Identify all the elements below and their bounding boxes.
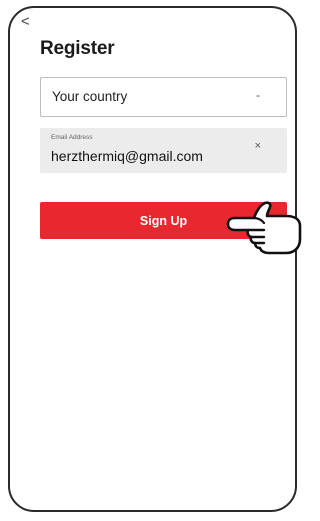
page-title: Register [40,38,115,59]
dropdown-caret-icon: - [256,88,260,102]
country-select-label: Your country [52,89,128,104]
country-select[interactable]: Your country - [40,77,287,117]
email-input[interactable] [51,148,251,164]
email-field[interactable]: Email Address × [40,128,287,173]
clear-icon[interactable]: × [255,140,261,152]
hand-pointer-icon [226,201,302,255]
email-field-label: Email Address [51,134,93,141]
back-icon[interactable]: < [21,14,30,29]
